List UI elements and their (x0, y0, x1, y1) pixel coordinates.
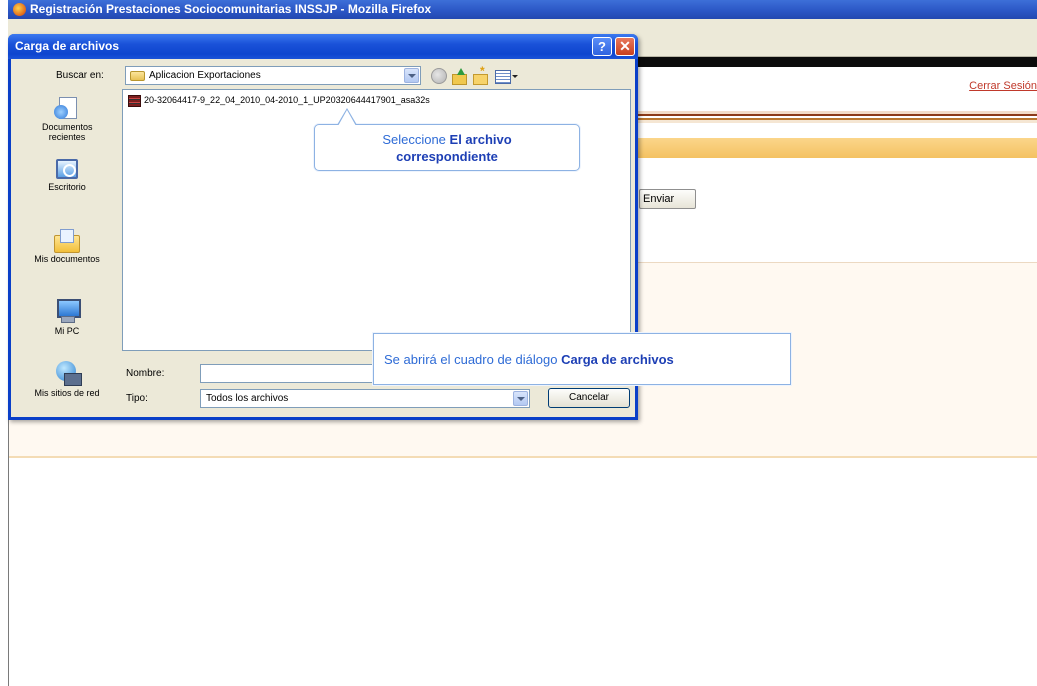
callout-text: Seleccione (382, 132, 450, 147)
archive-file-icon (128, 95, 141, 107)
place-my-computer[interactable]: Mi PC (14, 299, 120, 336)
place-network[interactable]: Mis sitios de red (14, 361, 120, 398)
browser-titlebar: Registración Prestaciones Sociocomunitar… (8, 0, 1037, 19)
look-in-dropdown[interactable]: Aplicacion Exportaciones (125, 66, 421, 85)
up-folder-icon[interactable] (451, 68, 467, 85)
callout-bold-text: correspondiente (396, 149, 498, 164)
callout-select-file: Seleccione El archivo correspondiente (314, 108, 580, 171)
dialog-titlebar: Carga de archivos ? ✕ (8, 34, 638, 59)
place-desktop[interactable]: Escritorio (14, 159, 120, 192)
close-button[interactable]: ✕ (615, 37, 635, 56)
chevron-down-icon[interactable] (404, 68, 419, 83)
cancel-button[interactable]: Cancelar (548, 388, 630, 408)
send-button[interactable]: Enviar (639, 189, 696, 209)
place-label: Documentos recientes (42, 122, 93, 142)
logout-link[interactable]: Cerrar Sesión (969, 80, 1037, 92)
callout-tail-inner (338, 110, 356, 126)
file-type-label: Tipo: (126, 393, 148, 404)
desktop-icon (56, 159, 78, 179)
browser-title: Registración Prestaciones Sociocomunitar… (30, 2, 432, 16)
file-name: 20-32064417-9_22_04_2010_04-2010_1_UP203… (144, 95, 430, 105)
network-places-icon (53, 361, 82, 386)
look-in-label: Buscar en: (56, 70, 104, 81)
new-folder-icon[interactable] (472, 64, 488, 85)
file-type-value: Todos los archivos (206, 393, 289, 404)
place-label: Mis documentos (34, 254, 100, 264)
places-bar: Documentos recientes Escritorio Mis docu… (14, 89, 120, 407)
callout-bold-text: Carga de archivos (561, 352, 674, 367)
folder-icon (130, 71, 145, 81)
chevron-down-icon[interactable] (513, 391, 528, 406)
callout-bold-text: El archivo (449, 132, 512, 147)
place-my-documents[interactable]: Mis documentos (14, 229, 120, 264)
recent-documents-icon (54, 97, 80, 119)
dialog-title: Carga de archivos (15, 39, 120, 53)
place-label: Mis sitios de red (34, 388, 100, 398)
views-menu-icon[interactable] (495, 68, 519, 84)
look-in-value: Aplicacion Exportaciones (149, 70, 261, 81)
file-type-dropdown[interactable]: Todos los archivos (200, 389, 530, 408)
place-label: Escritorio (48, 182, 86, 192)
help-button[interactable]: ? (592, 37, 612, 56)
callout-text: Se abrirá el cuadro de diálogo (384, 352, 562, 367)
screen: Registración Prestaciones Sociocomunitar… (0, 0, 1037, 686)
place-recent-documents[interactable]: Documentos recientes (14, 97, 120, 142)
my-documents-icon (54, 229, 80, 253)
back-icon[interactable] (431, 68, 447, 84)
my-computer-icon (55, 299, 81, 323)
callout-dialog-opens: Se abrirá el cuadro de diálogo Carga de … (373, 333, 791, 385)
firefox-icon (13, 3, 26, 16)
file-name-label: Nombre: (126, 368, 165, 379)
place-label: Mi PC (54, 326, 80, 336)
